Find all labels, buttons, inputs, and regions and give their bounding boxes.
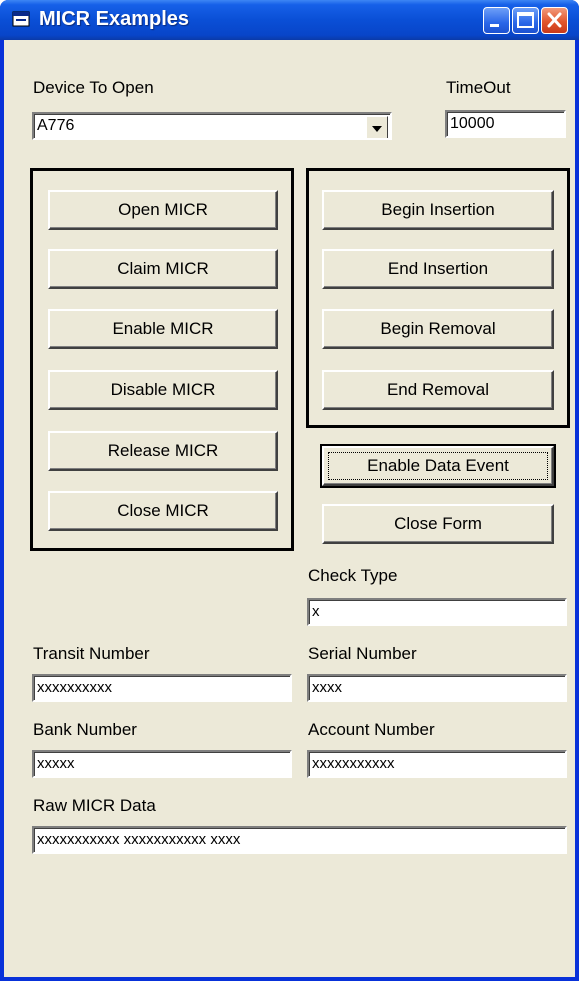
check-type-input[interactable]: x <box>307 598 567 626</box>
timeout-value: 10000 <box>450 115 495 132</box>
device-label: Device To Open <box>33 78 154 97</box>
transit-number-input[interactable]: xxxxxxxxxx <box>32 674 292 702</box>
transit-number-label: Transit Number <box>33 644 150 663</box>
close-icon <box>547 12 562 28</box>
enable-data-event-button[interactable]: Enable Data Event <box>320 444 556 488</box>
device-value: A776 <box>37 117 75 134</box>
account-number-label: Account Number <box>308 720 435 739</box>
close-window-button[interactable] <box>541 7 568 34</box>
maximize-button[interactable] <box>512 7 539 34</box>
timeout-input[interactable]: 10000 <box>445 110 566 138</box>
minimize-icon <box>490 24 499 27</box>
bank-number-input[interactable]: xxxxx <box>32 750 292 778</box>
device-select[interactable]: A776 <box>32 112 392 140</box>
form-client-area: Device To Open A776 TimeOut 10000 Open M… <box>4 40 575 977</box>
raw-micr-input[interactable]: xxxxxxxxxxx xxxxxxxxxxx xxxx <box>32 826 567 854</box>
minimize-button[interactable] <box>483 7 510 34</box>
end-removal-button[interactable]: End Removal <box>322 370 554 410</box>
release-micr-button[interactable]: Release MICR <box>48 431 278 471</box>
serial-number-label: Serial Number <box>308 644 417 663</box>
chevron-down-icon <box>372 126 382 132</box>
device-dropdown-button[interactable] <box>366 116 388 138</box>
begin-removal-button[interactable]: Begin Removal <box>322 309 554 349</box>
transit-number-value: xxxxxxxxxx <box>37 679 112 696</box>
begin-insertion-button[interactable]: Begin Insertion <box>322 190 554 230</box>
check-type-value: x <box>312 603 320 620</box>
serial-number-input[interactable]: xxxx <box>307 674 567 702</box>
check-type-label: Check Type <box>308 566 398 585</box>
timeout-label: TimeOut <box>446 78 511 97</box>
close-micr-button[interactable]: Close MICR <box>48 491 278 531</box>
bank-number-value: xxxxx <box>37 755 75 772</box>
raw-micr-value: xxxxxxxxxxx xxxxxxxxxxx xxxx <box>37 831 241 848</box>
serial-number-value: xxxx <box>312 679 342 696</box>
close-form-button[interactable]: Close Form <box>322 504 554 544</box>
account-number-input[interactable]: xxxxxxxxxxx <box>307 750 567 778</box>
enable-micr-button[interactable]: Enable MICR <box>48 309 278 349</box>
app-window: MICR Examples Device To Open A776 TimeOu… <box>0 0 579 981</box>
disable-micr-button[interactable]: Disable MICR <box>48 370 278 410</box>
title-bar[interactable]: MICR Examples <box>0 0 579 40</box>
focus-indicator <box>328 452 548 480</box>
open-micr-button[interactable]: Open MICR <box>48 190 278 230</box>
claim-micr-button[interactable]: Claim MICR <box>48 249 278 289</box>
end-insertion-button[interactable]: End Insertion <box>322 249 554 289</box>
account-number-value: xxxxxxxxxxx <box>312 755 395 772</box>
app-window-icon <box>12 11 30 27</box>
maximize-icon <box>517 12 534 28</box>
window-title: MICR Examples <box>39 8 190 30</box>
raw-micr-label: Raw MICR Data <box>33 796 156 815</box>
bank-number-label: Bank Number <box>33 720 137 739</box>
